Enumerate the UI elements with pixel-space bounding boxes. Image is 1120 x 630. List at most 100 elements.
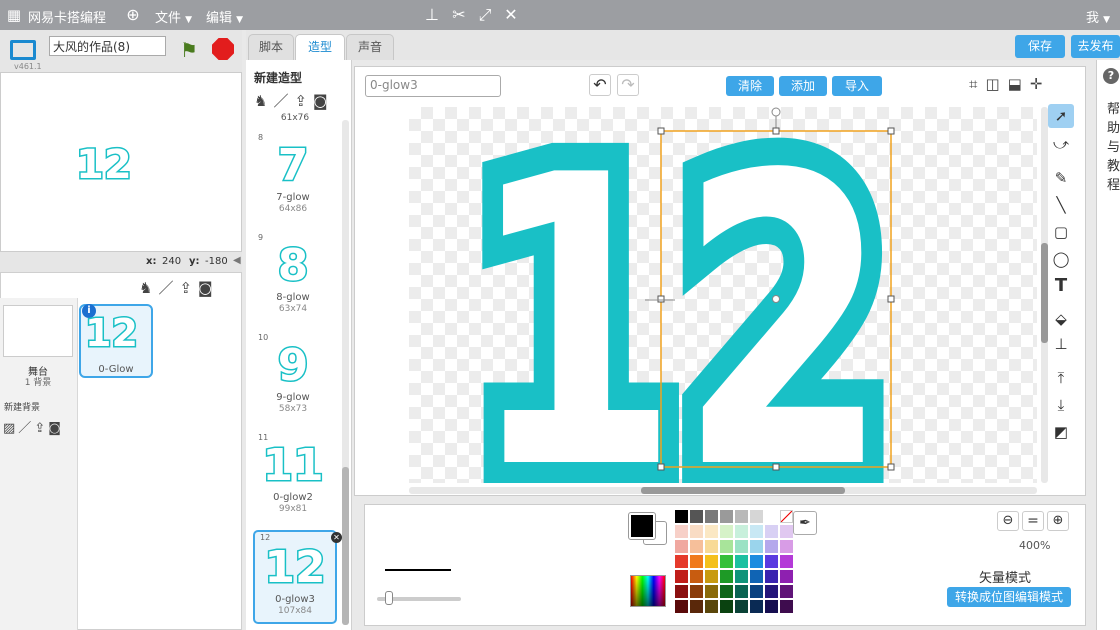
- project-name-input[interactable]: 大风的作品(8): [49, 36, 166, 56]
- color-swatch[interactable]: [720, 510, 733, 523]
- color-swatch[interactable]: [705, 555, 718, 568]
- color-swatch[interactable]: [675, 585, 688, 598]
- flip-horizontal-icon[interactable]: ◫: [985, 75, 1007, 93]
- color-swatch[interactable]: [750, 570, 763, 583]
- convert-bitmap-button[interactable]: 转换成位图编辑模式: [947, 587, 1071, 607]
- color-swatch[interactable]: [735, 510, 748, 523]
- costume-library-icon[interactable]: ♞: [254, 92, 273, 110]
- color-swatch[interactable]: [705, 570, 718, 583]
- color-swatch[interactable]: [765, 525, 778, 538]
- color-swatch[interactable]: [735, 525, 748, 538]
- color-swatch[interactable]: [750, 510, 763, 523]
- color-swatch[interactable]: [780, 570, 793, 583]
- color-swatch[interactable]: [690, 525, 703, 538]
- color-picker-icon[interactable]: [630, 575, 666, 607]
- color-swatch[interactable]: [750, 600, 763, 613]
- color-swatch[interactable]: [765, 555, 778, 568]
- color-swatch[interactable]: [720, 600, 733, 613]
- camera-backdrop-icon[interactable]: ◙: [48, 421, 64, 436]
- vertical-scroll-thumb[interactable]: [1041, 243, 1048, 343]
- stop-icon[interactable]: [212, 38, 234, 60]
- color-swatch[interactable]: [750, 540, 763, 553]
- stroke-width-slider-handle[interactable]: [385, 591, 393, 605]
- horizontal-scrollbar[interactable]: [409, 487, 1037, 494]
- crop-icon[interactable]: ⌗: [969, 75, 985, 93]
- color-swatch[interactable]: [675, 525, 688, 538]
- camera-icon[interactable]: ◙: [198, 279, 219, 297]
- line-tool-icon[interactable]: ╲: [1048, 193, 1074, 217]
- resize-handle-t[interactable]: [772, 127, 780, 135]
- duplicate-stamp-icon[interactable]: ⊥: [422, 5, 442, 25]
- costume-center-icon[interactable]: ✛: [1030, 75, 1051, 93]
- resize-handle-br[interactable]: [887, 463, 895, 471]
- color-swatch[interactable]: [675, 540, 688, 553]
- zoom-reset-icon[interactable]: =: [1022, 511, 1044, 531]
- eyedropper-icon[interactable]: ✒: [793, 511, 817, 535]
- stamp-tool-icon[interactable]: ⊥: [1048, 332, 1074, 356]
- color-swatch[interactable]: [750, 525, 763, 538]
- color-swatch[interactable]: [705, 510, 718, 523]
- publish-button[interactable]: 去发布: [1071, 35, 1120, 58]
- globe-icon[interactable]: ⊕: [123, 5, 143, 25]
- color-swatch[interactable]: [750, 555, 763, 568]
- color-swatch[interactable]: [675, 555, 688, 568]
- resize-handle-r[interactable]: [887, 295, 895, 303]
- color-swatch[interactable]: [780, 525, 793, 538]
- tab-scripts[interactable]: 脚本: [248, 34, 294, 60]
- color-swatch[interactable]: [720, 570, 733, 583]
- color-swatch[interactable]: [765, 570, 778, 583]
- bring-forward-icon[interactable]: ⤒: [1048, 366, 1074, 390]
- camera-costume-icon[interactable]: ◙: [313, 92, 334, 110]
- color-swatch[interactable]: [690, 600, 703, 613]
- paint-brush-icon[interactable]: ／: [158, 279, 179, 297]
- pencil-tool-icon[interactable]: ✎: [1048, 166, 1074, 190]
- shrink-icon[interactable]: ✕: [501, 5, 521, 25]
- color-swatch[interactable]: [765, 510, 778, 523]
- costume-item[interactable]: 10 9 9-glow 58x73: [253, 330, 337, 424]
- green-flag-icon[interactable]: ⚑: [180, 40, 198, 60]
- color-swatch[interactable]: [780, 540, 793, 553]
- costume-item-selected[interactable]: 12 12 0-glow3 107x84 ✕: [253, 530, 342, 624]
- paint-backdrop-icon[interactable]: ／: [18, 421, 34, 436]
- color-swatch[interactable]: [690, 540, 703, 553]
- costume-item[interactable]: 8 7 7-glow 64x86: [253, 130, 337, 224]
- collapse-arrow-icon[interactable]: ◀: [233, 255, 241, 266]
- costume-scrollbar[interactable]: [342, 120, 349, 625]
- costume-artwork-12[interactable]: 12: [442, 107, 917, 483]
- rectangle-tool-icon[interactable]: ▢: [1048, 220, 1074, 244]
- tab-costumes[interactable]: 造型: [295, 34, 345, 61]
- color-swatch[interactable]: [780, 600, 793, 613]
- center-handle[interactable]: [772, 295, 780, 303]
- color-swatch[interactable]: [765, 600, 778, 613]
- zoom-in-icon[interactable]: ⊕: [1047, 511, 1069, 531]
- color-swatch[interactable]: [690, 555, 703, 568]
- user-menu[interactable]: 我 ▼: [1086, 7, 1110, 26]
- costume-item[interactable]: 11 11 0-glow2 99x81: [253, 430, 337, 524]
- color-swatch[interactable]: [735, 540, 748, 553]
- costume-scroll-thumb[interactable]: [342, 467, 349, 625]
- no-color-swatch[interactable]: [780, 510, 793, 523]
- text-tool-icon[interactable]: T: [1048, 274, 1074, 298]
- color-swatch[interactable]: [705, 600, 718, 613]
- color-swatch[interactable]: [765, 540, 778, 553]
- color-swatch[interactable]: [735, 585, 748, 598]
- color-swatch[interactable]: [690, 585, 703, 598]
- import-button[interactable]: 导入: [832, 76, 882, 96]
- color-swatch[interactable]: [735, 555, 748, 568]
- send-backward-icon[interactable]: ⤓: [1048, 393, 1074, 417]
- color-swatch[interactable]: [705, 585, 718, 598]
- save-button[interactable]: 保存: [1015, 35, 1065, 58]
- color-swatch[interactable]: [690, 570, 703, 583]
- group-tool-icon[interactable]: ◩: [1048, 420, 1074, 444]
- reshape-tool-icon[interactable]: ⤻: [1048, 132, 1074, 156]
- color-swatch[interactable]: [675, 600, 688, 613]
- resize-handle-tr[interactable]: [887, 127, 895, 135]
- color-swatch[interactable]: [675, 510, 688, 523]
- color-swatch[interactable]: [750, 585, 763, 598]
- upload-icon[interactable]: ⇪: [179, 279, 198, 297]
- delete-scissors-icon[interactable]: ✂: [449, 5, 469, 25]
- ellipse-tool-icon[interactable]: ◯: [1048, 247, 1074, 271]
- color-swatch[interactable]: [720, 555, 733, 568]
- sprite-tile-selected[interactable]: i 12 0-Glow: [79, 304, 153, 378]
- resize-handle-l[interactable]: [657, 295, 665, 303]
